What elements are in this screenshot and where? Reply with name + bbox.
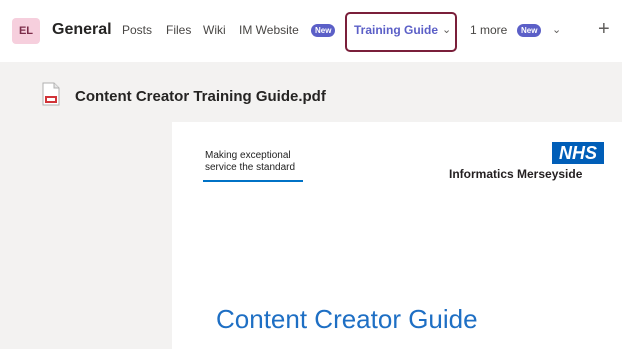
tagline-underline <box>203 180 303 182</box>
tab-files[interactable]: Files <box>166 22 191 38</box>
tagline-line1: Making exceptional <box>205 150 291 161</box>
organisation-name: Informatics Merseyside <box>449 167 583 181</box>
file-name: Content Creator Training Guide.pdf <box>75 88 326 105</box>
tab-posts[interactable]: Posts <box>122 22 152 38</box>
tab-im-website[interactable]: IM Website <box>239 22 299 38</box>
thumbnail-pane <box>2 122 172 349</box>
document-title: Content Creator Guide <box>216 304 478 334</box>
chevron-down-icon[interactable]: ⌄ <box>552 22 561 38</box>
tab-wiki[interactable]: Wiki <box>203 22 226 38</box>
chevron-down-icon[interactable]: ⌄ <box>442 22 451 38</box>
tagline: Making exceptional service the standard <box>205 150 295 174</box>
pdf-file-icon <box>42 82 60 106</box>
new-badge: New <box>517 24 542 37</box>
channel-title: General <box>52 21 112 38</box>
tab-more[interactable]: 1 more <box>470 22 507 38</box>
tagline-line2: service the standard <box>205 162 296 173</box>
new-badge: New <box>311 24 336 37</box>
nhs-logo: NHS <box>552 142 604 164</box>
plus-icon[interactable]: + <box>598 17 610 41</box>
file-header: Content Creator Training Guide.pdf <box>0 62 622 122</box>
channel-header: EL General Posts Files Wiki IM Website N… <box>0 0 622 62</box>
tab-training-guide[interactable]: Training Guide <box>354 22 438 38</box>
team-avatar[interactable]: EL <box>12 18 40 44</box>
